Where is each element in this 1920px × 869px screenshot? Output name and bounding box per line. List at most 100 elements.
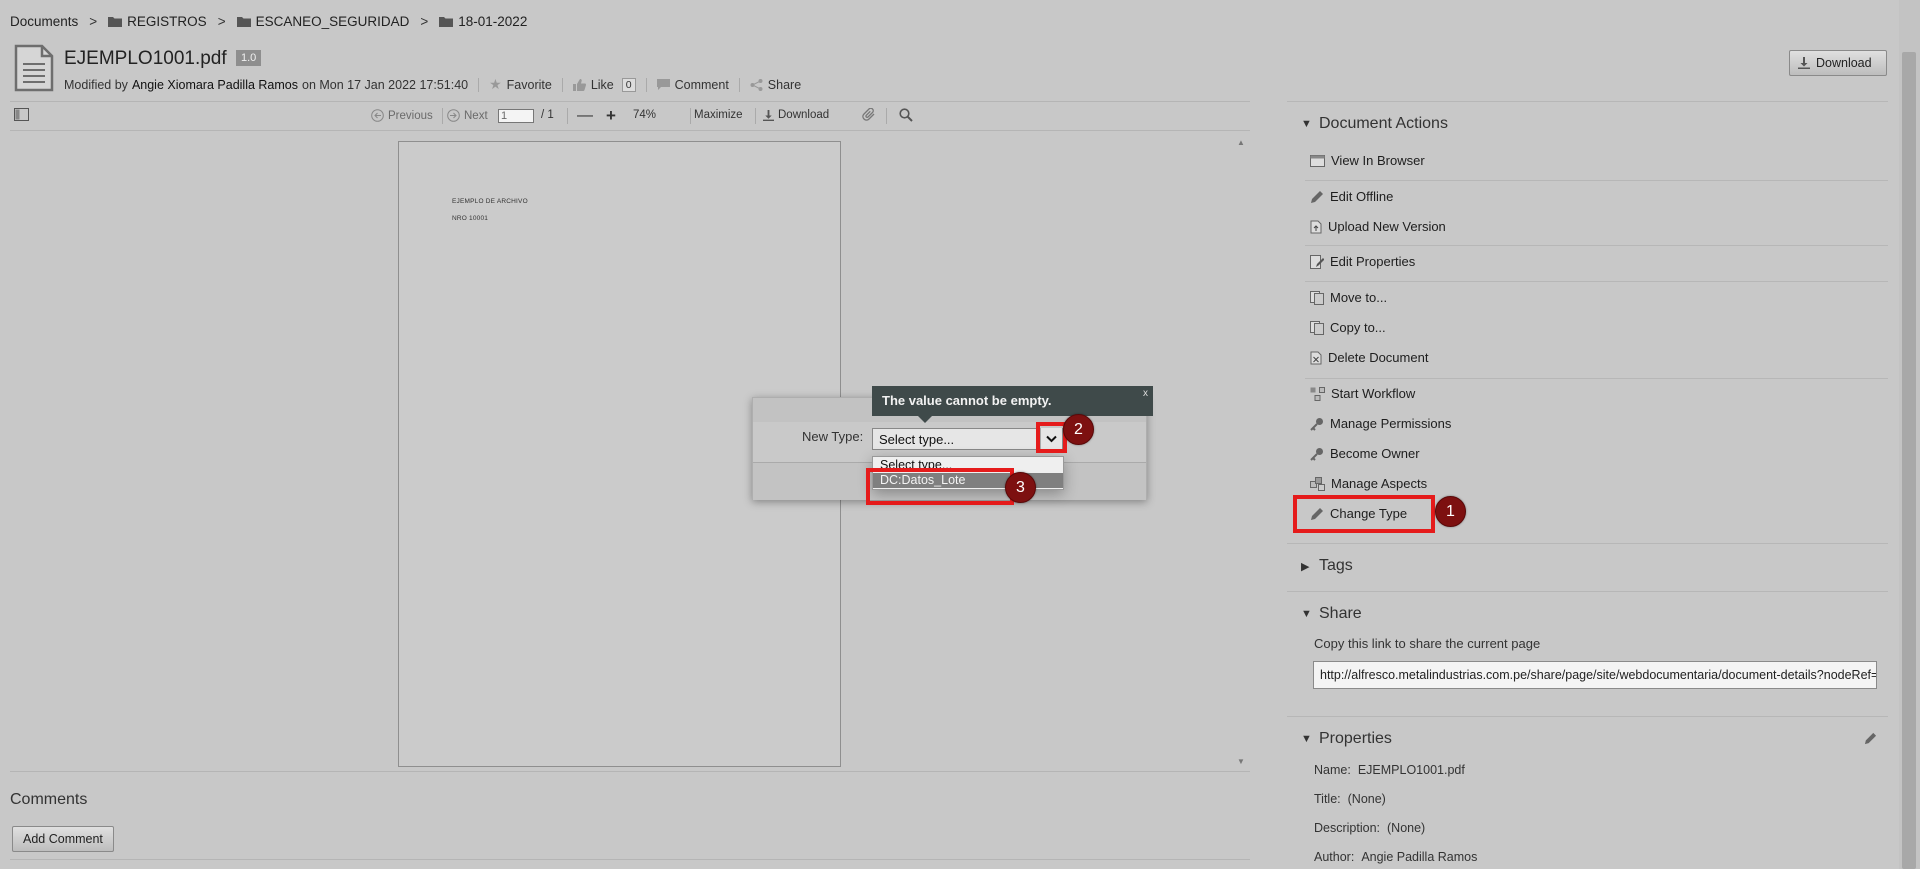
step-badge-1: 1 bbox=[1435, 496, 1466, 527]
property-description: Description: (None) bbox=[1314, 821, 1425, 835]
page-scrollbar-thumb[interactable] bbox=[1902, 52, 1916, 869]
download-icon bbox=[1798, 57, 1810, 69]
tooltip-close-button[interactable]: x bbox=[1143, 388, 1148, 399]
breadcrumb-label: REGISTROS bbox=[127, 14, 207, 29]
zoom-in-button[interactable]: + bbox=[606, 106, 616, 126]
previous-page-button[interactable]: Previous bbox=[371, 109, 433, 122]
viewer-download-label: Download bbox=[778, 109, 830, 121]
divider bbox=[886, 108, 887, 124]
like-button[interactable]: Like 0 bbox=[572, 77, 636, 92]
action-manage-permissions[interactable]: Manage Permissions bbox=[1310, 416, 1451, 431]
sidebar-toggle-icon[interactable] bbox=[14, 108, 29, 121]
divider bbox=[1305, 180, 1888, 181]
modified-date: on Mon 17 Jan 2022 17:51:40 bbox=[302, 77, 469, 92]
key-icon bbox=[1310, 447, 1323, 461]
modified-user-link[interactable]: Angie Xiomara Padilla Ramos bbox=[132, 78, 298, 92]
divider bbox=[1305, 378, 1888, 379]
folder-icon bbox=[439, 17, 454, 27]
search-icon[interactable] bbox=[899, 108, 913, 122]
divider bbox=[1305, 245, 1888, 246]
move-icon bbox=[1310, 290, 1324, 305]
breadcrumb: Documents > REGISTROS > ESCANEO_SEGURIDA… bbox=[10, 14, 527, 29]
new-type-select[interactable]: Select type... bbox=[872, 428, 1063, 450]
attachment-icon[interactable] bbox=[862, 108, 877, 122]
action-start-workflow[interactable]: Start Workflow bbox=[1310, 386, 1415, 401]
highlight-box-option bbox=[866, 468, 1014, 505]
action-upload-new-version[interactable]: Upload New Version bbox=[1310, 219, 1446, 234]
page-total: / 1 bbox=[541, 109, 554, 121]
tooltip-arrow bbox=[918, 416, 932, 423]
action-view-in-browser[interactable]: View In Browser bbox=[1310, 153, 1425, 168]
breadcrumb-item-registros[interactable]: REGISTROS bbox=[108, 14, 207, 29]
like-label: Like bbox=[590, 77, 614, 92]
action-edit-properties[interactable]: Edit Properties bbox=[1310, 254, 1415, 269]
property-key: Title: bbox=[1314, 792, 1341, 806]
property-name: Name: EJEMPLO1001.pdf bbox=[1314, 763, 1465, 777]
breadcrumb-item-date[interactable]: 18-01-2022 bbox=[439, 14, 527, 29]
action-label: Upload New Version bbox=[1328, 219, 1446, 234]
breadcrumb-label: 18-01-2022 bbox=[458, 14, 528, 29]
divider bbox=[1287, 716, 1888, 717]
page-text-line: NRO 10001 bbox=[452, 215, 489, 222]
action-become-owner[interactable]: Become Owner bbox=[1310, 446, 1420, 461]
version-badge: 1.0 bbox=[236, 50, 262, 66]
download-button[interactable]: Download bbox=[1789, 50, 1887, 76]
add-comment-button[interactable]: Add Comment bbox=[12, 826, 114, 852]
download-icon bbox=[763, 109, 774, 121]
action-delete-document[interactable]: Delete Document bbox=[1310, 350, 1428, 365]
viewer-download-button[interactable]: Download bbox=[763, 109, 829, 121]
action-label: Edit Properties bbox=[1330, 254, 1416, 269]
share-title: Share bbox=[1319, 605, 1362, 622]
action-label: Start Workflow bbox=[1331, 386, 1416, 401]
action-manage-aspects[interactable]: Manage Aspects bbox=[1310, 476, 1427, 491]
scroll-up-icon[interactable]: ▲ bbox=[1237, 138, 1245, 147]
workflow-icon bbox=[1310, 386, 1325, 401]
properties-header[interactable]: ▼ Properties bbox=[1301, 730, 1392, 748]
share-label: Share bbox=[767, 77, 802, 92]
page-number-input[interactable] bbox=[498, 109, 534, 123]
edit-properties-pencil-icon[interactable] bbox=[1864, 732, 1877, 745]
step-badge-2: 2 bbox=[1063, 414, 1094, 445]
breadcrumb-label: ESCANEO_SEGURIDAD bbox=[255, 14, 410, 29]
divider bbox=[442, 108, 443, 124]
document-meta: Modified by Angie Xiomara Padilla Ramos … bbox=[64, 76, 801, 93]
divider bbox=[10, 859, 1250, 860]
divider bbox=[1287, 101, 1888, 102]
viewer-scrollbar[interactable]: ▲ ▼ bbox=[1234, 130, 1248, 771]
folder-icon bbox=[108, 17, 123, 27]
next-label: Next bbox=[464, 109, 488, 122]
document-actions-header[interactable]: ▼ Document Actions bbox=[1301, 115, 1448, 133]
zoom-out-button[interactable]: — bbox=[577, 107, 593, 125]
properties-title: Properties bbox=[1319, 730, 1392, 747]
share-link-field[interactable]: http://alfresco.metalindustrias.com.pe/s… bbox=[1313, 661, 1877, 689]
maximize-button[interactable]: Maximize bbox=[694, 109, 743, 121]
zoom-level[interactable]: 74% bbox=[633, 109, 656, 121]
step-badge-3: 3 bbox=[1005, 472, 1036, 503]
document-title: EJEMPLO1001.pdf bbox=[64, 48, 227, 69]
scroll-down-icon[interactable]: ▼ bbox=[1237, 757, 1245, 766]
action-edit-offline[interactable]: Edit Offline bbox=[1310, 189, 1393, 204]
action-move-to[interactable]: Move to... bbox=[1310, 290, 1387, 305]
next-page-button[interactable]: Next bbox=[447, 109, 488, 122]
tags-header[interactable]: ▶ Tags bbox=[1301, 557, 1353, 575]
comments-heading: Comments bbox=[10, 791, 88, 808]
folder-icon bbox=[236, 17, 251, 27]
action-label: View In Browser bbox=[1331, 153, 1425, 168]
favorite-button[interactable]: ★ Favorite bbox=[489, 76, 552, 93]
arrow-left-icon bbox=[371, 109, 384, 122]
favorite-label: Favorite bbox=[506, 77, 552, 92]
property-value: (None) bbox=[1347, 792, 1386, 806]
action-label: Copy to... bbox=[1330, 320, 1386, 335]
like-count: 0 bbox=[621, 77, 636, 92]
action-label: Become Owner bbox=[1330, 446, 1420, 461]
breadcrumb-root[interactable]: Documents bbox=[10, 14, 78, 29]
tooltip-message: The value cannot be empty. bbox=[882, 393, 1052, 408]
share-button[interactable]: Share bbox=[750, 78, 801, 92]
action-copy-to[interactable]: Copy to... bbox=[1310, 320, 1386, 335]
breadcrumb-item-escaneo[interactable]: ESCANEO_SEGURIDAD bbox=[236, 14, 410, 29]
share-header[interactable]: ▼ Share bbox=[1301, 605, 1362, 623]
view-in-browser-icon bbox=[1310, 154, 1325, 167]
comment-button[interactable]: Comment bbox=[656, 78, 729, 92]
key-icon bbox=[1310, 417, 1323, 431]
divider bbox=[690, 108, 691, 124]
